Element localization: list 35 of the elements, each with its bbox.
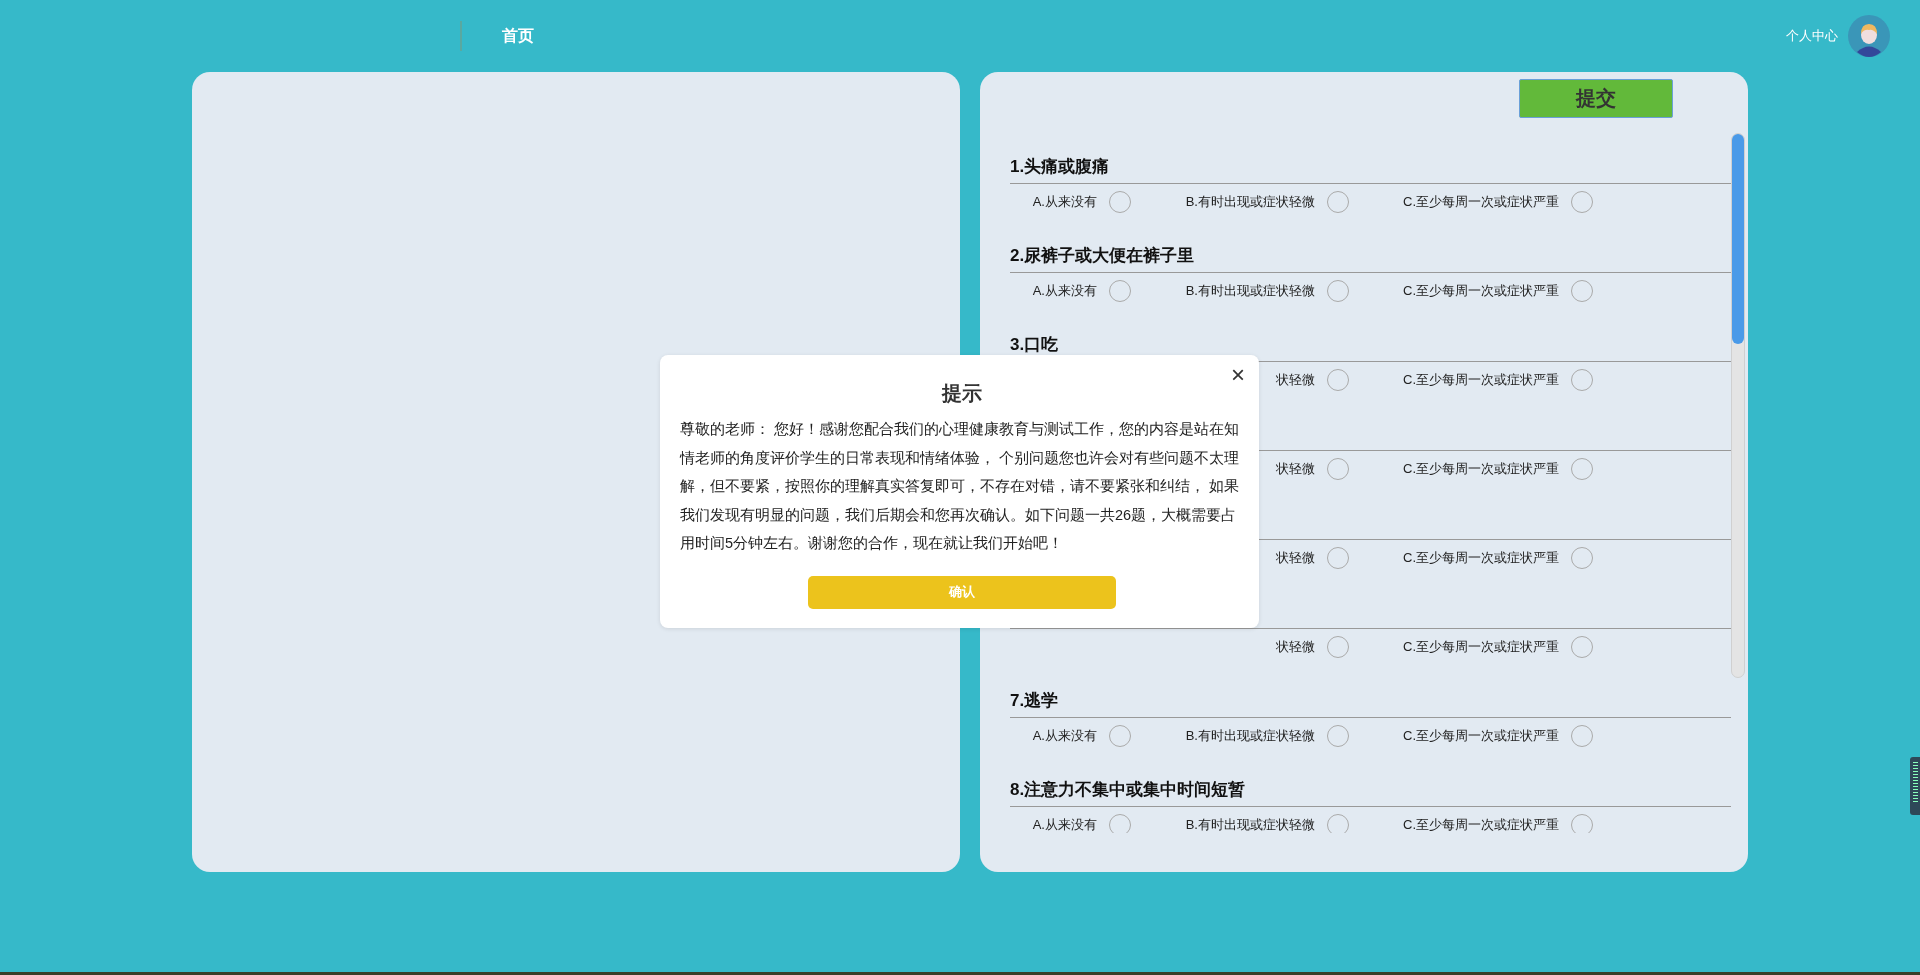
option-label: B.有时出现或症状轻微 xyxy=(1185,192,1315,211)
option-label: A.从来没有 xyxy=(1032,281,1097,300)
option-label: 状轻微 xyxy=(1276,637,1315,656)
question-title: 2.尿裤子或大便在裤子里 xyxy=(1010,246,1195,265)
option-label: B.有时出现或症状轻微 xyxy=(1185,726,1315,745)
option-label: C.至少每周一次或症状严重 xyxy=(1403,281,1559,300)
option-label: C.至少每周一次或症状严重 xyxy=(1403,637,1559,656)
option-label: C.至少每周一次或症状严重 xyxy=(1403,192,1559,211)
option-label: A.从来没有 xyxy=(1032,815,1097,833)
side-handle[interactable] xyxy=(1910,757,1920,815)
submit-button[interactable]: 提交 xyxy=(1519,79,1673,118)
scrollbar[interactable] xyxy=(1731,133,1745,678)
option-label: C.至少每周一次或症状严重 xyxy=(1403,370,1559,389)
confirm-button[interactable]: 确认 xyxy=(807,575,1116,609)
option-label: 状轻微 xyxy=(1276,459,1315,478)
question-title: 1.头痛或腹痛 xyxy=(1010,157,1110,176)
question-title: 3.口吃 xyxy=(1010,335,1059,354)
option-label: 状轻微 xyxy=(1276,548,1315,567)
option-label: A.从来没有 xyxy=(1032,192,1097,211)
user-center-link[interactable]: 个人中心 xyxy=(1786,27,1838,45)
option-label: C.至少每周一次或症状严重 xyxy=(1403,459,1559,478)
question-title: 8.注意力不集中或集中时间短暂 xyxy=(1010,780,1246,799)
close-button[interactable]: × xyxy=(1231,361,1245,389)
dialog-message: 尊敬的老师： 您好！感谢您配合我们的心理健康教育与测试工作，您的内容是站在知情老师的角度评价学生的日常表现和情绪体验， 个别问题您也许会对有些问题不太理解，但不要紧，按照你的理解真实答复即可，不存在对错，请不要紧张和纠结， 如果我们发现有明显的问题，我们后期会和您再次确认。如下问题一共26题，大概需要占用时间5分钟左右。谢谢您的合作，现在就让我们开始吧！ xyxy=(680,420,1241,553)
option-label: C.至少每周一次或症状严重 xyxy=(1403,548,1559,567)
option-label: B.有时出现或症状轻微 xyxy=(1185,281,1315,300)
option-label: B.有时出现或症状轻微 xyxy=(1185,815,1315,833)
option-label: C.至少每周一次或症状严重 xyxy=(1403,815,1559,833)
option-label: A.从来没有 xyxy=(1032,726,1097,745)
question-title: 7.逃学 xyxy=(1010,691,1059,710)
option-label: C.至少每周一次或症状严重 xyxy=(1403,726,1559,745)
avatar-icon[interactable] xyxy=(1848,15,1890,57)
option-label: 状轻微 xyxy=(1276,370,1315,389)
nav-link[interactable]: 首页 xyxy=(502,25,534,47)
dialog-title: 提示 xyxy=(941,381,982,406)
